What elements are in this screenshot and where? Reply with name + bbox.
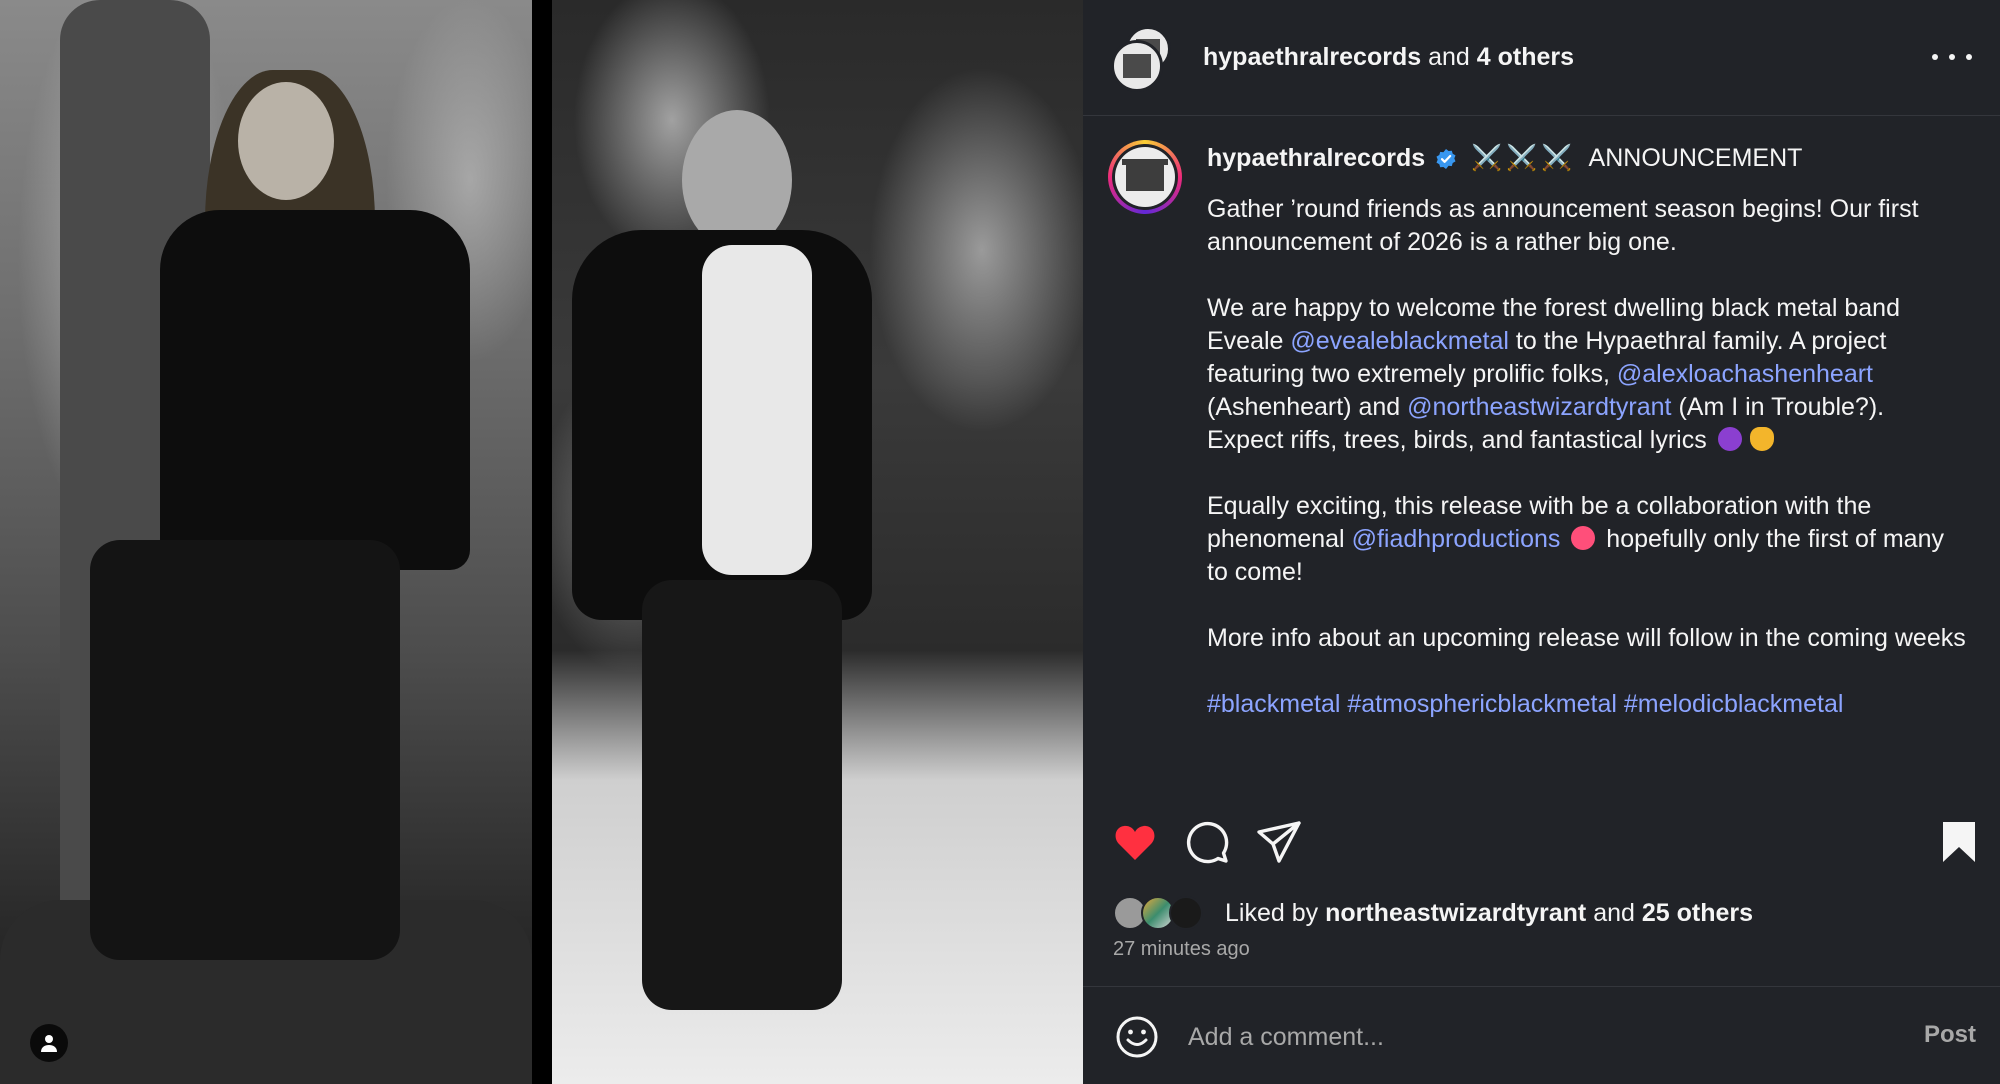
heart-filled-icon[interactable]: [1111, 818, 1159, 866]
caption-avatar[interactable]: [1108, 140, 1182, 214]
post-sidebar: hypaethralrecords and 4 others hypaethra…: [1083, 0, 2000, 1084]
verified-badge-icon: [1436, 148, 1456, 169]
likes-summary: Liked by northeastwizardtyrant and 25 ot…: [1113, 894, 1753, 932]
caption-username[interactable]: hypaethralrecords: [1207, 142, 1425, 175]
likes-prefix: Liked by: [1225, 898, 1319, 927]
mention-link[interactable]: @northeastwizardtyrant: [1407, 393, 1671, 421]
legs: [90, 540, 400, 960]
photo-right: [552, 0, 1083, 1084]
avatar: [1169, 896, 1203, 930]
post-header: hypaethralrecords and 4 others: [1083, 0, 2000, 116]
person-icon: [41, 1035, 57, 1052]
likes-user[interactable]: northeastwizardtyrant: [1325, 899, 1586, 928]
caption: hypaethralrecords ⚔️⚔️⚔️ ANNOUNCEMENT Ga…: [1207, 142, 1967, 754]
share-icon[interactable]: [1255, 818, 1303, 866]
more-dot: [1966, 54, 1972, 60]
hashtag-link[interactable]: #melodicblackmetal: [1624, 690, 1844, 718]
devil-emoji-icon: [1717, 427, 1742, 451]
head: [238, 82, 334, 200]
caption-paragraph: More info about an upcoming release will…: [1207, 624, 1966, 652]
torso-jacket: [160, 210, 470, 570]
comment-icon[interactable]: [1183, 818, 1231, 866]
caption-paragraph: Equally exciting, this release with be a…: [1207, 490, 1967, 589]
post-media[interactable]: [0, 0, 1083, 1084]
hashtag-link[interactable]: #blackmetal: [1207, 690, 1340, 718]
more-options-button[interactable]: [1932, 42, 1972, 72]
sparkling-heart-emoji-icon: [1571, 526, 1596, 550]
white-shirt: [702, 245, 812, 575]
comment-bar: Post: [1083, 986, 2000, 1084]
more-dot: [1949, 54, 1955, 60]
collab-avatars[interactable]: [1111, 26, 1175, 92]
jeans: [642, 580, 842, 1010]
smiley-icon[interactable]: [1115, 1015, 1159, 1059]
horns-hand-emoji-icon: [1749, 427, 1774, 451]
hashtag-link[interactable]: #atmosphericblackmetal: [1347, 690, 1617, 718]
photo-divider: [532, 0, 552, 1084]
caption-title: ANNOUNCEMENT: [1588, 144, 1803, 172]
likes-others[interactable]: 25 others: [1642, 899, 1753, 928]
head: [682, 110, 792, 250]
header-and: and: [1428, 43, 1470, 71]
likes-and: and: [1593, 898, 1635, 927]
caption-header: hypaethralrecords ⚔️⚔️⚔️ ANNOUNCEMENT: [1207, 142, 1967, 175]
more-horizontal-icon: [1932, 54, 1938, 60]
caption-paragraph: Gather ’round friends as announcement se…: [1207, 195, 1919, 256]
swords-emoji: ⚔️⚔️⚔️: [1471, 144, 1577, 172]
avatar: [1111, 40, 1163, 92]
action-bar: [1083, 812, 2000, 872]
hashtags: #blackmetal #atmosphericblackmetal #melo…: [1207, 688, 1967, 721]
post-comment-button[interactable]: Post: [1924, 1021, 1976, 1049]
caption-paragraph: We are happy to welcome the forest dwell…: [1207, 292, 1967, 457]
caption-area: hypaethralrecords ⚔️⚔️⚔️ ANNOUNCEMENT Ga…: [1083, 116, 2000, 796]
avatar: [1115, 147, 1175, 207]
liker-avatars: [1113, 894, 1213, 932]
user-tag-button[interactable]: [30, 1024, 68, 1062]
header-author-line: hypaethralrecords and 4 others: [1203, 43, 1574, 72]
post-timestamp[interactable]: 27 minutes ago: [1113, 938, 1250, 961]
photo-left: [0, 0, 532, 1084]
bookmark-filled-icon[interactable]: [1935, 818, 1983, 866]
mention-link[interactable]: @alexloachashenheart: [1617, 360, 1873, 388]
mention-link[interactable]: @fiadhproductions: [1352, 525, 1561, 553]
mention-link[interactable]: @evealeblackmetal: [1290, 327, 1509, 355]
header-username[interactable]: hypaethralrecords: [1203, 43, 1421, 71]
comment-input[interactable]: [1188, 1013, 1828, 1061]
caption-text: (Ashenheart) and: [1207, 393, 1408, 421]
header-others[interactable]: 4 others: [1477, 43, 1574, 71]
